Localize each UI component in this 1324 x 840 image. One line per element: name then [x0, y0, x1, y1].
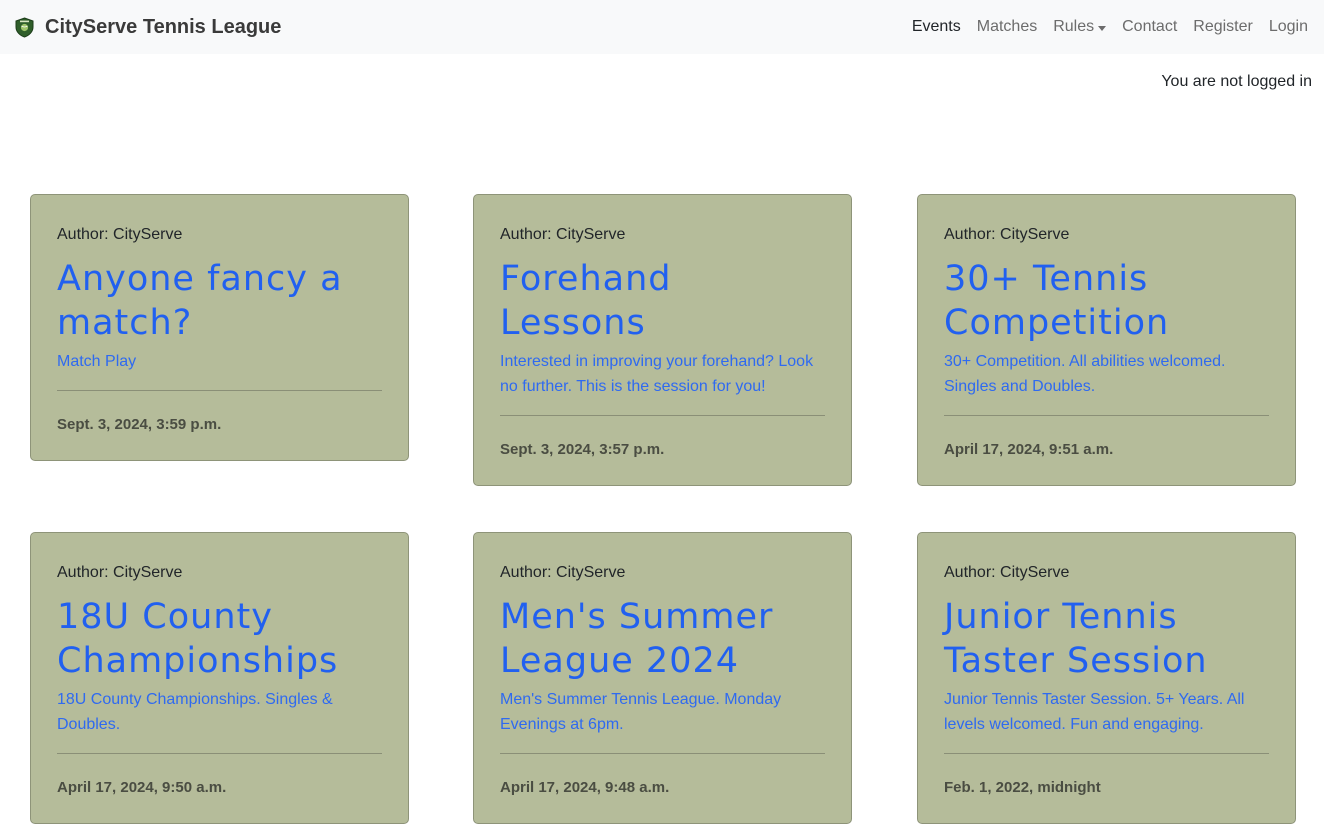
card-divider — [500, 415, 825, 416]
nav-events[interactable]: Events — [912, 18, 961, 36]
card-author: Author: CityServe — [57, 226, 183, 243]
card-title-link[interactable]: Forehand Lessons — [500, 257, 825, 345]
caret-down-icon — [1098, 25, 1107, 31]
card-divider — [944, 415, 1269, 416]
nav-rules-label: Rules — [1053, 18, 1095, 35]
event-card: Author: CityServe Men's Summer League 20… — [473, 532, 852, 824]
card-date: Feb. 1, 2022, midnight — [944, 779, 1101, 796]
card-date: April 17, 2024, 9:50 a.m. — [57, 779, 227, 796]
nav-rules-dropdown[interactable]: Rules — [1053, 18, 1107, 36]
card-title-link[interactable]: Anyone fancy a match? — [57, 257, 382, 345]
event-card: Author: CityServe Anyone fancy a match? … — [30, 194, 409, 461]
nav-contact[interactable]: Contact — [1122, 18, 1177, 36]
card-description-link[interactable]: Men's Summer Tennis League. Monday Eveni… — [500, 687, 825, 737]
card-date: April 17, 2024, 9:48 a.m. — [500, 779, 670, 796]
card-date: April 17, 2024, 9:51 a.m. — [944, 441, 1114, 458]
brand-link[interactable]: CityServe Tennis League — [14, 16, 281, 39]
card-author: Author: CityServe — [57, 564, 183, 581]
card-title-link[interactable]: 18U County Championships — [57, 595, 382, 683]
brand-name: CityServe Tennis League — [45, 15, 282, 38]
card-divider — [57, 753, 382, 754]
nav-links: Events Matches Rules Contact Register Lo… — [896, 18, 1308, 36]
card-author: Author: CityServe — [944, 564, 1070, 581]
event-card: Author: CityServe 18U County Championshi… — [30, 532, 409, 824]
nav-matches[interactable]: Matches — [977, 18, 1037, 36]
card-description-link[interactable]: Junior Tennis Taster Session. 5+ Years. … — [944, 687, 1269, 737]
card-date: Sept. 3, 2024, 3:57 p.m. — [500, 441, 665, 458]
card-author: Author: CityServe — [500, 226, 626, 243]
card-description-link[interactable]: 18U County Championships. Singles & Doub… — [57, 687, 382, 737]
card-description-link[interactable]: 30+ Competition. All abilities welcomed.… — [944, 349, 1269, 399]
nav-register[interactable]: Register — [1193, 18, 1253, 36]
card-title-link[interactable]: Junior Tennis Taster Session — [944, 595, 1269, 683]
card-author: Author: CityServe — [500, 564, 626, 581]
event-card: Author: CityServe 30+ Tennis Competition… — [917, 194, 1296, 486]
card-divider — [500, 753, 825, 754]
nav-login[interactable]: Login — [1269, 18, 1308, 36]
card-author: Author: CityServe — [944, 226, 1070, 243]
card-divider — [57, 390, 382, 391]
event-card: Author: CityServe Junior Tennis Taster S… — [917, 532, 1296, 824]
card-divider — [944, 753, 1269, 754]
login-status: You are not logged in — [1161, 73, 1312, 90]
card-description-link[interactable]: Interested in improving your forehand? L… — [500, 349, 825, 399]
card-title-link[interactable]: 30+ Tennis Competition — [944, 257, 1269, 345]
card-title-link[interactable]: Men's Summer League 2024 — [500, 595, 825, 683]
event-card: Author: CityServe Forehand Lessons Inter… — [473, 194, 852, 486]
card-date: Sept. 3, 2024, 3:59 p.m. — [57, 416, 222, 433]
card-description-link[interactable]: Match Play — [57, 349, 382, 374]
tennis-shield-icon — [14, 16, 35, 38]
navbar: CityServe Tennis League Events Matches R… — [0, 0, 1324, 54]
